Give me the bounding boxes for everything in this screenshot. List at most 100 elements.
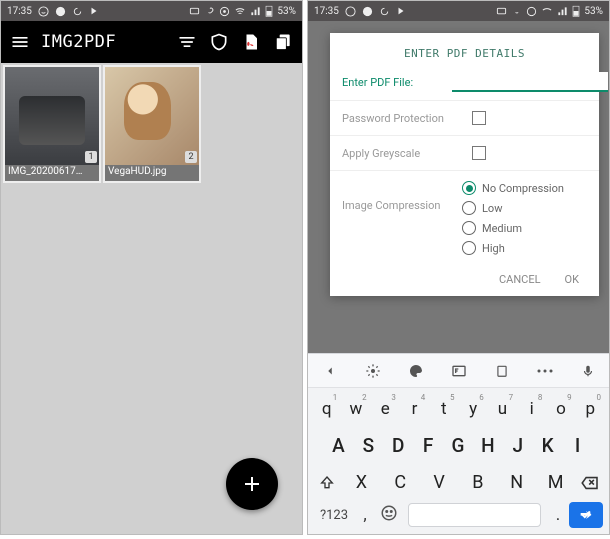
key-v[interactable]: V: [420, 467, 459, 498]
keyboard-row-3: X C V B N M: [310, 465, 607, 500]
key-f[interactable]: F: [414, 429, 444, 462]
app-title: IMG2PDF: [41, 32, 166, 52]
key-p[interactable]: 0p: [576, 394, 605, 424]
compression-medium[interactable]: Medium: [462, 221, 564, 235]
key-w[interactable]: 2w: [341, 394, 370, 424]
key-o[interactable]: 9o: [546, 394, 575, 424]
key-s[interactable]: S: [354, 429, 384, 462]
key-d[interactable]: D: [384, 429, 414, 462]
keyboard-row-4: ?123 , .: [310, 500, 607, 530]
thumb-badge: 2: [185, 151, 197, 163]
thumbnail[interactable]: 1 IMG_20200617…: [3, 65, 101, 183]
status-bar: 17:35 53%: [308, 1, 609, 21]
kbd-settings-icon[interactable]: [363, 361, 383, 381]
volume-icon: [526, 6, 537, 17]
volume-icon: [219, 6, 230, 17]
file-label: Enter PDF File:: [342, 76, 452, 89]
pdf-filename-input[interactable]: [452, 72, 608, 92]
status-battery: 53%: [584, 6, 603, 17]
dialog-title: ENTER PDF DETAILS: [330, 43, 599, 70]
copy-icon[interactable]: [272, 31, 294, 53]
key-h[interactable]: H: [473, 429, 503, 462]
key-n[interactable]: N: [497, 467, 536, 498]
shield-icon[interactable]: [208, 31, 230, 53]
period-key[interactable]: .: [547, 505, 569, 525]
symbols-key[interactable]: ?123: [314, 508, 354, 523]
thumbnail[interactable]: 2 VegaHUD.jpg: [103, 65, 201, 183]
key-r[interactable]: 4r: [400, 394, 429, 424]
phone-left: 17:35 53% IMG2PDF: [0, 0, 303, 535]
key-c[interactable]: C: [381, 467, 420, 498]
key-g[interactable]: G: [444, 429, 474, 462]
status-bar: 17:35 53%: [1, 1, 302, 21]
link-icon: [204, 6, 215, 17]
thumb-caption: IMG_20200617…: [5, 165, 99, 181]
compression-low[interactable]: Low: [462, 201, 564, 215]
whatsapp-icon: [38, 6, 49, 17]
facebook-icon: [362, 6, 373, 17]
add-fab[interactable]: [226, 458, 278, 510]
kbd-mic-icon[interactable]: [578, 361, 598, 381]
kbd-text-icon[interactable]: [449, 361, 469, 381]
pdf-details-dialog: ENTER PDF DETAILS Enter PDF File: Passwo…: [330, 33, 599, 296]
key-q[interactable]: 1q: [312, 394, 341, 424]
kbd-back-icon[interactable]: [320, 361, 340, 381]
gallery: 1 IMG_20200617… 2 VegaHUD.jpg: [1, 63, 302, 534]
signal-icon: [250, 6, 261, 17]
compression-none[interactable]: No Compression: [462, 181, 564, 195]
thumb-caption: VegaHUD.jpg: [105, 165, 199, 181]
password-checkbox[interactable]: [472, 111, 486, 125]
facebook-icon: [55, 6, 66, 17]
emoji-key[interactable]: [376, 504, 402, 526]
wifi-icon: [541, 6, 553, 17]
key-i[interactable]: 8i: [517, 394, 546, 424]
play-icon: [396, 6, 406, 16]
compression-high[interactable]: High: [462, 241, 564, 255]
keyboard-row-2: A S D F G H J K I: [310, 426, 607, 465]
enter-key[interactable]: [569, 502, 603, 528]
comma-key[interactable]: ,: [354, 505, 376, 525]
cast-icon: [496, 6, 507, 17]
key-b[interactable]: B: [458, 467, 497, 498]
keyboard-row-1: 1q 2w 3e 4r 5t 6y 7u 8i 9o 0p: [310, 392, 607, 426]
battery-icon: [265, 5, 273, 17]
key-l[interactable]: I: [563, 429, 593, 462]
key-u[interactable]: 7u: [488, 394, 517, 424]
status-time: 17:35: [7, 6, 32, 17]
battery-icon: [572, 5, 580, 17]
kbd-more-icon[interactable]: [535, 361, 555, 381]
cast-icon: [189, 6, 200, 17]
menu-icon[interactable]: [9, 31, 31, 53]
password-label: Password Protection: [342, 112, 452, 125]
kbd-palette-icon[interactable]: [406, 361, 426, 381]
key-k[interactable]: K: [533, 429, 563, 462]
status-battery: 53%: [277, 6, 296, 17]
shift-key[interactable]: [312, 475, 342, 491]
phone-right: 17:35 53% ENTER PDF DETAILS Enter PDF Fi…: [307, 0, 610, 535]
key-a[interactable]: A: [324, 429, 354, 462]
link-icon: [511, 6, 522, 17]
keyboard: 1q 2w 3e 4r 5t 6y 7u 8i 9o 0p A S D F G …: [308, 353, 609, 534]
keyboard-toolbar: [308, 354, 609, 388]
status-time: 17:35: [314, 6, 339, 17]
key-j[interactable]: J: [503, 429, 533, 462]
space-key[interactable]: [408, 503, 541, 527]
ok-button[interactable]: OK: [565, 273, 579, 286]
key-e[interactable]: 3e: [371, 394, 400, 424]
key-m[interactable]: M: [536, 467, 575, 498]
greyscale-checkbox[interactable]: [472, 146, 486, 160]
pdf-icon[interactable]: [240, 31, 262, 53]
app-bar: IMG2PDF: [1, 21, 302, 63]
play-icon: [89, 6, 99, 16]
thumb-badge: 1: [85, 151, 97, 163]
backspace-key[interactable]: [575, 476, 605, 490]
key-x[interactable]: X: [342, 467, 381, 498]
key-y[interactable]: 6y: [458, 394, 487, 424]
greyscale-label: Apply Greyscale: [342, 147, 452, 160]
kbd-clipboard-icon[interactable]: [492, 361, 512, 381]
whatsapp-icon: [345, 6, 356, 17]
sync-icon: [379, 6, 390, 17]
key-t[interactable]: 5t: [429, 394, 458, 424]
sort-icon[interactable]: [176, 31, 198, 53]
cancel-button[interactable]: CANCEL: [499, 273, 541, 286]
